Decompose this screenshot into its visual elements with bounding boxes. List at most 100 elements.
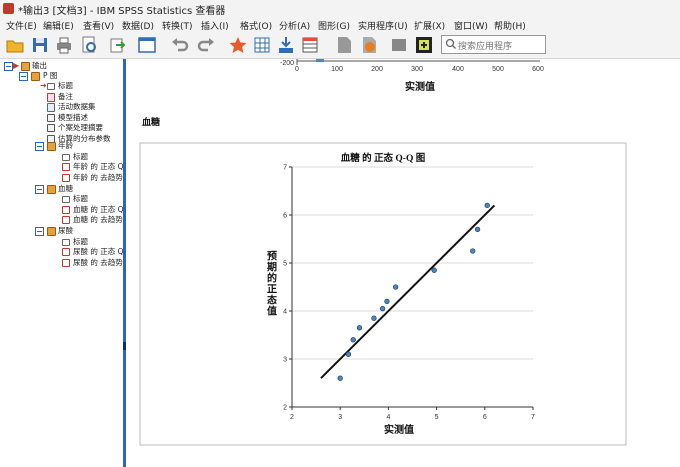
group-book-icon xyxy=(47,184,56,194)
menu-view[interactable]: 查看(V) xyxy=(83,19,114,32)
menu-file[interactable]: 文件(E) xyxy=(6,19,37,32)
tree-item-label: 年龄 的 去趋势 xyxy=(73,172,123,182)
tree-item-label: 血糖 的 去趋势 xyxy=(73,215,123,224)
previous-chart-axis xyxy=(296,59,540,65)
search-apps-input[interactable]: 搜索应用程序 xyxy=(441,35,546,54)
y-tick-label: 2 xyxy=(283,405,287,412)
spss-app-icon xyxy=(3,3,14,14)
menu-transform[interactable]: 转换(T) xyxy=(162,19,193,32)
tree-item-pp-3[interactable]: 模型描述 xyxy=(0,113,122,124)
collapse-icon[interactable] xyxy=(35,227,44,236)
output-book-icon xyxy=(21,62,30,71)
previous-chart-tick-label: 400 xyxy=(452,66,464,73)
x-tick-label: 7 xyxy=(531,414,535,421)
x-tick-label: 5 xyxy=(435,414,439,421)
group-book-icon xyxy=(47,142,56,151)
data-point xyxy=(392,284,399,290)
tree-item-label: 年龄 的 正态 Q xyxy=(73,162,123,171)
title-icon xyxy=(62,196,70,203)
menu-data[interactable]: 数据(D) xyxy=(122,19,154,32)
data-point xyxy=(474,226,481,233)
data-point xyxy=(356,325,363,331)
export-icon[interactable] xyxy=(107,35,127,55)
collapse-icon[interactable] xyxy=(35,184,44,194)
outline-pane: ▶ 输出 P 图 标题 ➜ 备注 活动数据集 模型描述 个案处理摘要 估算的分布参数 年龄标… xyxy=(0,59,123,467)
tree-group-0[interactable]: 年龄 xyxy=(0,141,122,152)
menu-edit[interactable]: 编辑(E) xyxy=(43,19,74,32)
tree-item-pp-1[interactable]: 备注 xyxy=(0,92,122,103)
goto-variable-icon[interactable] xyxy=(252,35,272,55)
chart-icon xyxy=(62,205,70,214)
previous-chart-tick-label: 600 xyxy=(532,66,544,73)
tree-group-1-item-1[interactable]: 血糖 的 正态 Q xyxy=(0,204,123,216)
save-icon[interactable] xyxy=(30,35,50,55)
y-tick-label: 3 xyxy=(283,357,287,364)
tree-group-0-item-1[interactable]: 年龄 的 正态 Q xyxy=(0,162,123,173)
tree-group-2-item-2[interactable]: 尿酸 的 去趋势 xyxy=(0,257,123,269)
chart-icon[interactable] xyxy=(359,35,379,55)
tree-group-1[interactable]: 血糖 xyxy=(0,184,122,195)
tree-group-1-item-2[interactable]: 血糖 的 去趋势 xyxy=(0,215,123,226)
tree-group-2[interactable]: 尿酸 xyxy=(0,226,122,237)
doc-icon[interactable] xyxy=(334,35,354,55)
table-icon xyxy=(47,124,55,132)
tree-item-label: 标题 xyxy=(73,151,88,161)
section-heading: 血糖 xyxy=(142,116,160,127)
undo-icon[interactable] xyxy=(170,35,190,55)
tree-group-0-item-2[interactable]: 年龄 的 去趋势 xyxy=(0,172,123,184)
menu-insert[interactable]: 插入(I) xyxy=(201,19,229,32)
collapse-icon[interactable] xyxy=(4,62,13,71)
tree-item-pp-4[interactable]: 个案处理摘要 xyxy=(0,123,122,134)
menu-help[interactable]: 帮助(H) xyxy=(494,19,526,32)
chart-title: 血糖 的 正态 Q-Q 图 xyxy=(341,152,425,164)
tree-root-label: 输出 xyxy=(32,61,47,70)
collapse-icon[interactable] xyxy=(19,72,28,81)
notes-icon xyxy=(47,92,55,102)
y-tick-label: 5 xyxy=(283,261,287,268)
recall-dialog-icon[interactable] xyxy=(137,35,157,55)
previous-chart-tick-label: -200 xyxy=(280,60,294,67)
print-preview-icon[interactable] xyxy=(79,35,99,55)
menu-window[interactable]: 窗口(W) xyxy=(454,19,488,32)
menu-graphs[interactable]: 图形(G) xyxy=(318,19,350,32)
tree-group-2-item-0[interactable]: 标题 xyxy=(0,237,122,248)
menu-utilities[interactable]: 实用程序(U) xyxy=(358,19,408,32)
arrow-icon: ▶ xyxy=(13,61,20,70)
search-icon xyxy=(445,38,456,49)
tree-item-label: 模型描述 xyxy=(58,112,88,122)
menu-analyze[interactable]: 分析(A) xyxy=(279,19,310,32)
chart-frame[interactable] xyxy=(139,142,627,446)
tree-item-pp-0[interactable]: 标题 xyxy=(0,81,122,92)
open-icon[interactable] xyxy=(5,35,25,55)
previous-chart-tick-label: 100 xyxy=(331,66,343,73)
insert-table-icon[interactable] xyxy=(300,35,320,55)
redo-icon[interactable] xyxy=(196,35,216,55)
print-icon[interactable] xyxy=(54,35,74,55)
designated-window-icon[interactable] xyxy=(414,35,434,55)
tree-group-2-item-1[interactable]: 尿酸 的 正态 Q xyxy=(0,247,123,258)
window-title: *输出3 [文档3] - IBM SPSS Statistics 查看器 xyxy=(18,6,226,17)
tree-item-label: 个案处理摘要 xyxy=(58,123,103,132)
collapse-icon[interactable] xyxy=(35,142,44,151)
tree-item-label: 血糖 的 正态 Q xyxy=(73,204,123,214)
y-tick-label: 7 xyxy=(283,165,287,172)
menu-format[interactable]: 格式(O) xyxy=(240,19,272,32)
tree-group-1-item-0[interactable]: 标题 xyxy=(0,194,122,205)
data-point xyxy=(484,202,490,209)
chart-icon xyxy=(62,173,70,182)
hidden-icon[interactable] xyxy=(389,35,409,55)
goto-case-icon[interactable] xyxy=(228,35,248,55)
previous-chart-tick-label: 300 xyxy=(411,66,423,73)
title-icon xyxy=(62,153,70,161)
variables-icon[interactable] xyxy=(276,35,296,55)
tree-item-label: 尿酸 的 去趋势 xyxy=(73,257,123,267)
tree-group-0-item-0[interactable]: 标题 xyxy=(0,152,122,163)
data-point xyxy=(345,351,352,357)
chart-icon xyxy=(62,248,70,256)
tree-item-pp-2[interactable]: 活动数据集 xyxy=(0,102,122,113)
menu-bar: 文件(E) 编辑(E) 查看(V) 数据(D) 转换(T) 插入(I) 格式(O… xyxy=(0,18,680,32)
content-canvas: -2000 100 200 300 400 500 600 实测值 血糖 血糖 的 正态 Q… xyxy=(139,59,627,446)
tree-item-label: 尿酸 的 正态 Q xyxy=(73,247,123,256)
tree-item-label: 标题 xyxy=(73,236,88,246)
menu-extensions[interactable]: 扩展(X) xyxy=(414,19,445,32)
